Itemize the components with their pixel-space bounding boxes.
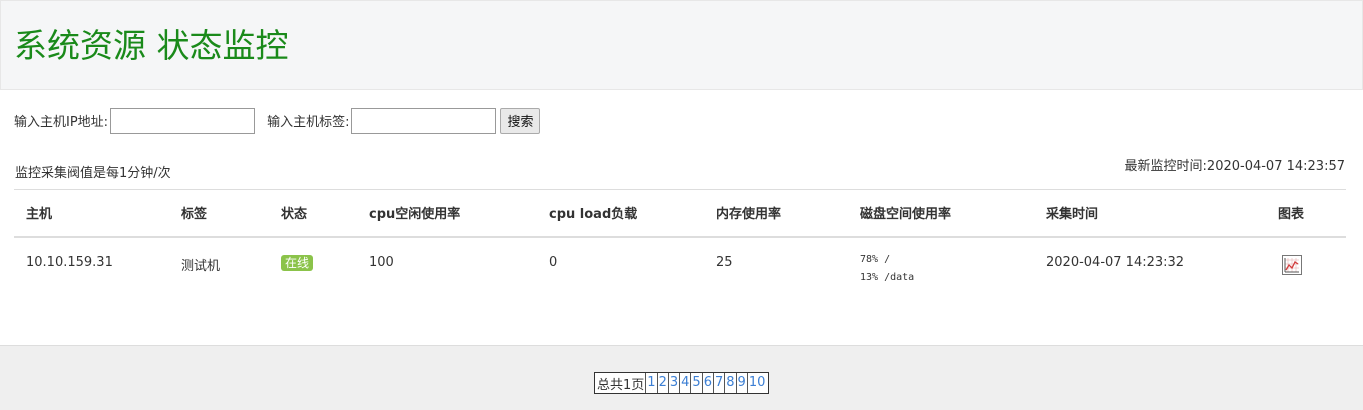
interval-text: 监控采集阀值是每1分钟/次 [15,166,171,181]
search-bar: 输入主机IP地址: 输入主机标签: 搜索 [14,107,541,134]
header-tag: 标签 [169,189,269,238]
page-link-3[interactable]: 3 [667,373,679,393]
search-button[interactable]: 搜索 [500,107,541,134]
header-disk: 磁盘空间使用率 [848,189,1034,238]
page-link-8[interactable]: 8 [724,373,735,393]
latest-time: 最新监控时间:2020-04-07 14:23:57 [1124,159,1345,174]
header-chart: 图表 [1266,189,1346,238]
table-header-row: 主机 标签 状态 cpu空闲使用率 cpu load负载 内存使用率 磁盘空间使… [14,189,1346,238]
page-link-4[interactable]: 4 [679,373,690,393]
page-header: 系统资源 状态监控 [0,0,1363,90]
line-chart-icon[interactable] [1282,254,1302,275]
status-badge: 在线 [281,254,314,271]
ip-label: 输入主机IP地址: [14,115,109,130]
tag-input[interactable] [351,107,497,134]
monitor-table: 主机 标签 状态 cpu空闲使用率 cpu load负载 内存使用率 磁盘空间使… [14,189,1346,297]
cell-cpu-idle: 100 [369,254,394,270]
page-title: 系统资源 状态监控 [14,26,289,65]
header-memory: 内存使用率 [704,189,848,238]
page-link-2[interactable]: 2 [656,373,668,393]
cell-host: 10.10.159.31 [26,254,113,270]
header-status: 状态 [269,189,357,238]
cell-chart [1266,237,1346,297]
header-cpu-load: cpu load负载 [537,189,704,238]
page-link-6[interactable]: 6 [701,373,713,393]
page-link-10[interactable]: 10 [746,373,767,393]
cell-disk: 78% / 13% /data [848,237,1034,297]
page-link-9[interactable]: 9 [735,373,747,393]
ip-input[interactable] [110,107,256,134]
cell-cpu-load: 0 [549,254,558,270]
page-link-5[interactable]: 5 [690,373,701,393]
disk-line-2: 13% /data [860,271,915,283]
page-link-7[interactable]: 7 [712,373,724,393]
header-time: 采集时间 [1034,189,1266,238]
header-host: 主机 [14,189,169,238]
page-link-1[interactable]: 1 [645,373,656,393]
cell-status: 在线 [269,237,357,297]
pagination: 总共1页 1 2 3 4 5 6 7 8 9 10 [594,372,770,394]
cell-memory: 25 [716,254,733,270]
tag-label: 输入主机标签: [267,115,350,130]
disk-line-1: 78% / [860,253,891,265]
footer: 总共1页 1 2 3 4 5 6 7 8 9 10 [0,345,1363,410]
pagination-total: 总共1页 [597,377,645,393]
cell-tag: 测试机 [181,258,221,274]
table-row: 10.10.159.31 测试机 在线 100 0 25 78% / 13% /… [14,237,1346,297]
cell-time: 2020-04-07 14:23:32 [1046,254,1185,270]
header-cpu-idle: cpu空闲使用率 [357,189,537,238]
